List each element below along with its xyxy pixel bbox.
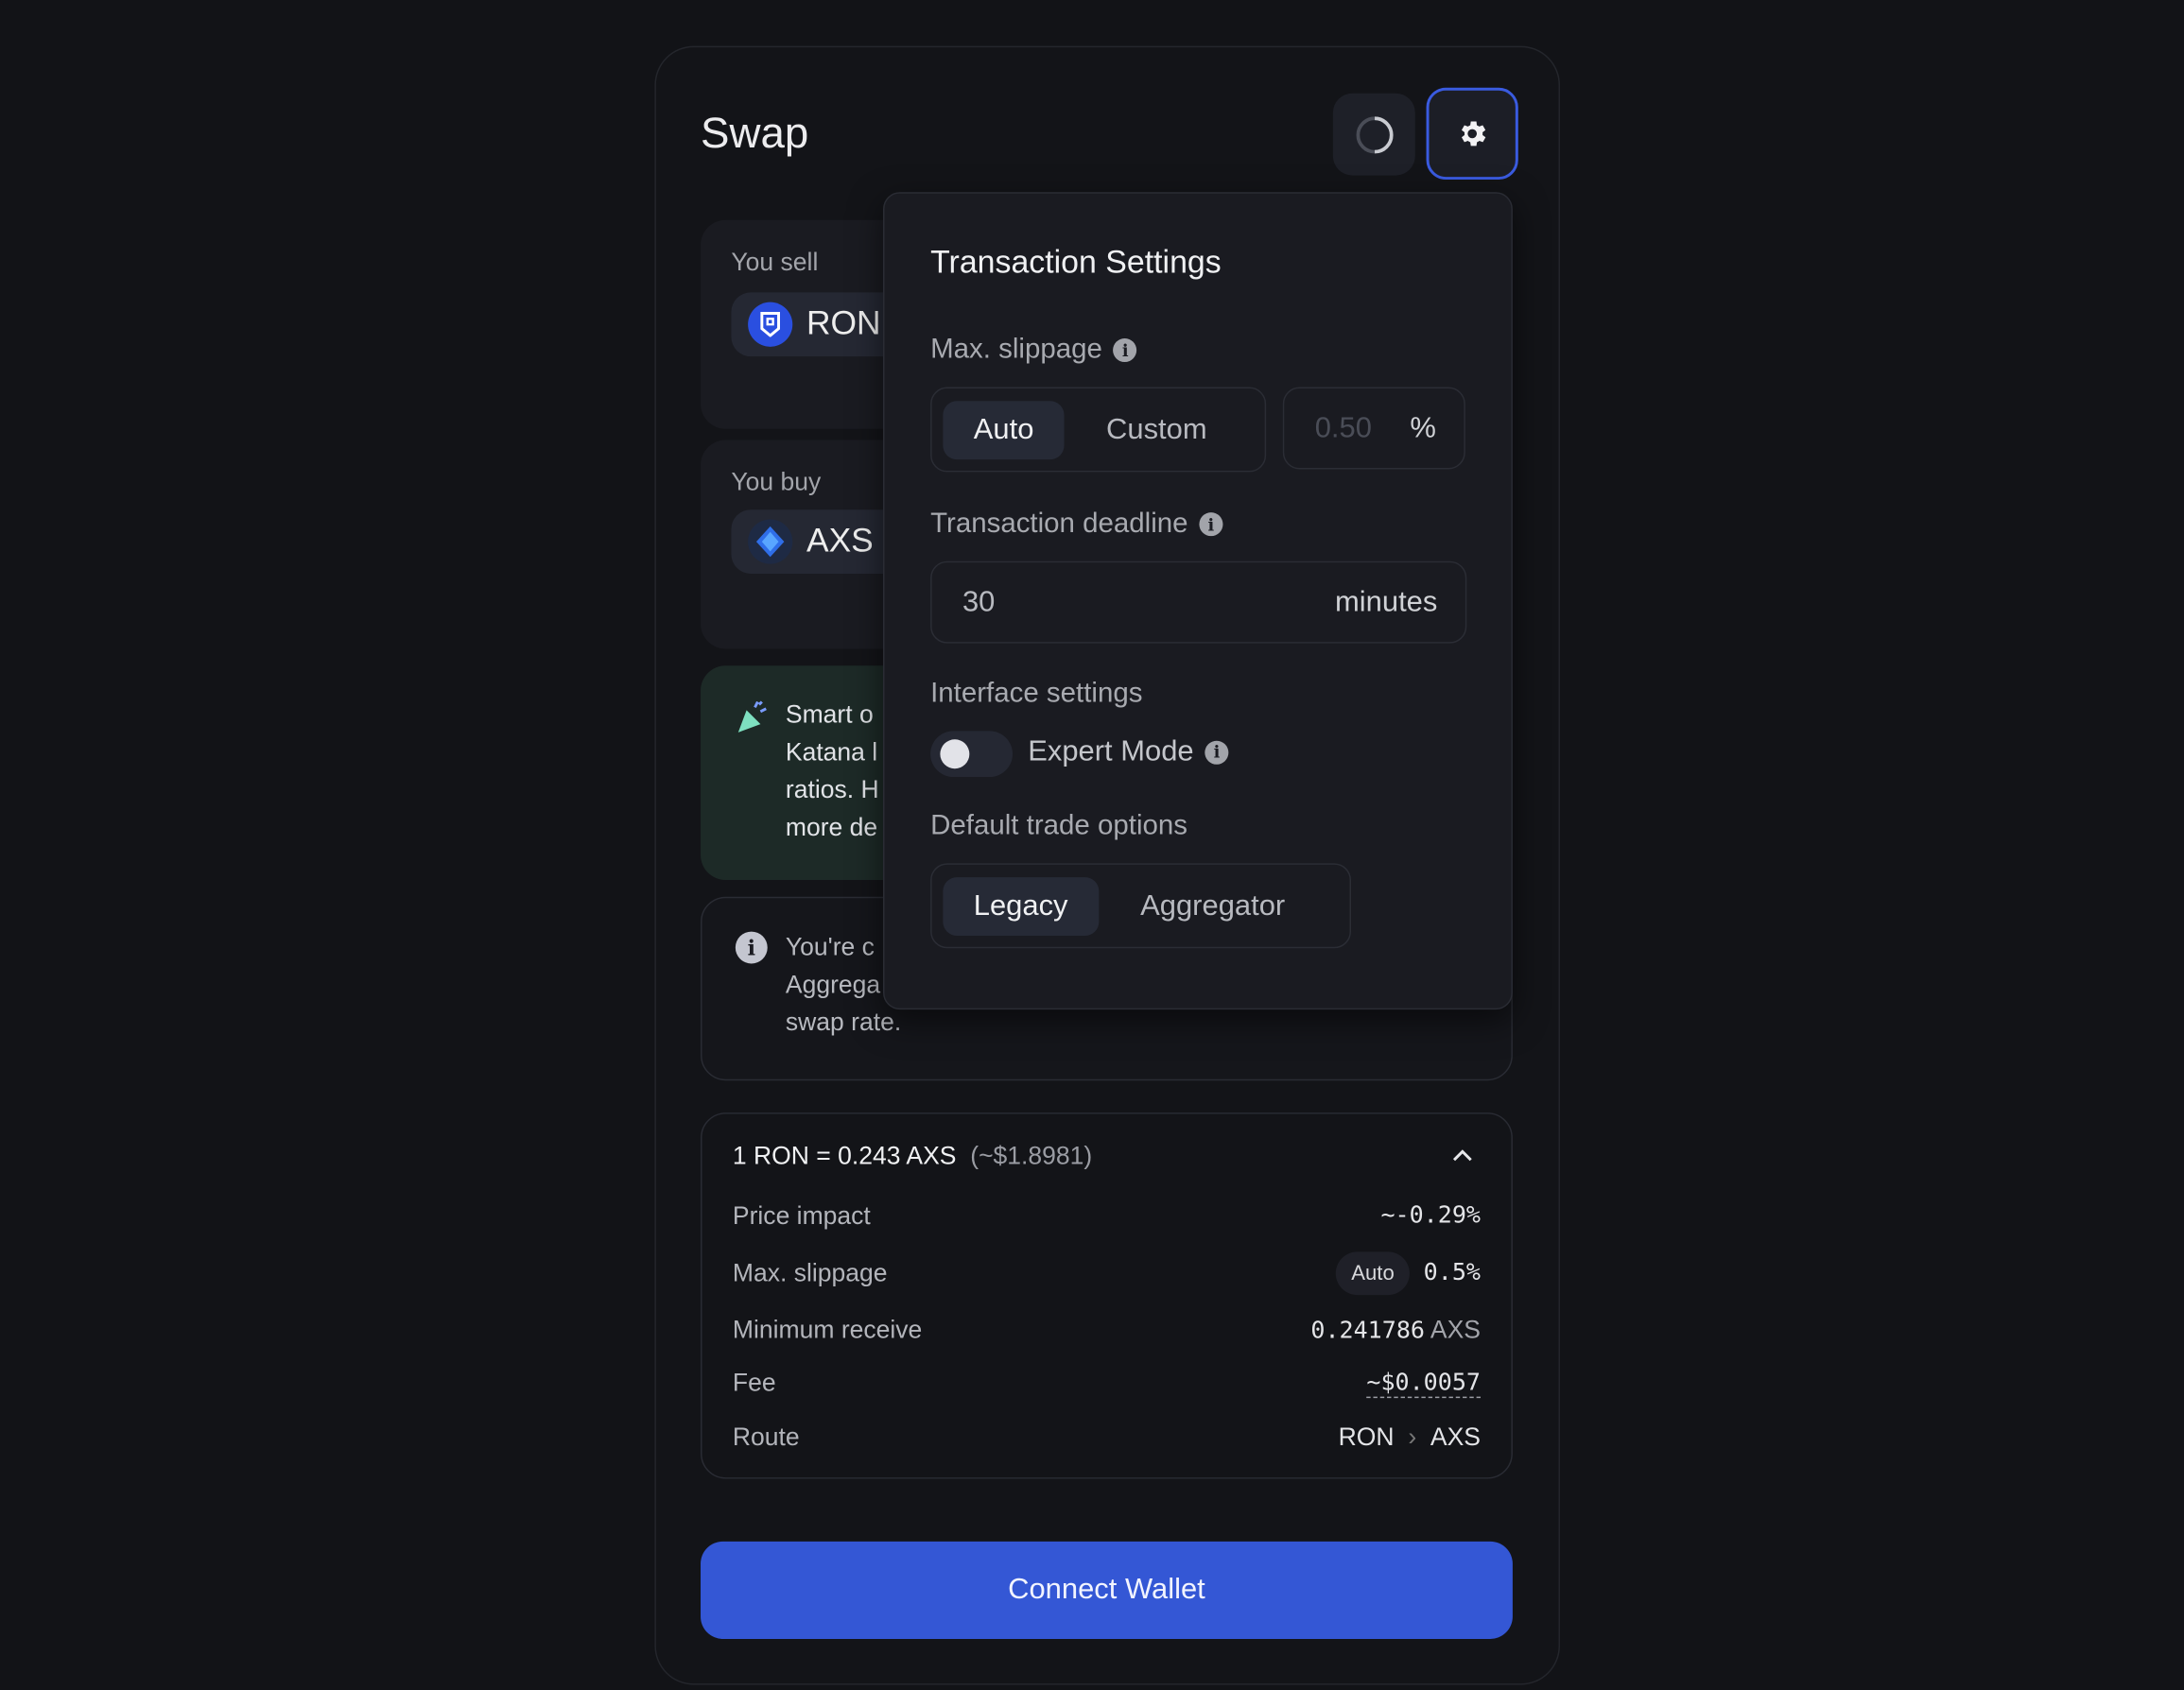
slippage-row: Max. slippage Auto 0.5% — [732, 1250, 1482, 1295]
buy-label: You buy — [731, 467, 822, 496]
price-impact-label: Price impact — [732, 1200, 871, 1230]
page-title: Swap — [701, 108, 809, 158]
deadline-unit: minutes — [1335, 585, 1438, 618]
axs-token-icon — [748, 519, 793, 564]
refresh-button[interactable] — [1332, 93, 1415, 176]
buy-token-symbol: AXS — [806, 522, 874, 560]
banner-line: ratios. H — [785, 775, 879, 804]
connect-wallet-button[interactable]: Connect Wallet — [701, 1541, 1513, 1639]
deadline-label: Transaction deadline — [930, 508, 1188, 540]
trade-aggregator-option[interactable]: Aggregator — [1110, 876, 1316, 935]
slippage-label: Max. slippage — [930, 334, 1102, 365]
route-label: Route — [732, 1422, 800, 1451]
percent-unit: % — [1410, 411, 1436, 444]
slippage-auto-badge: Auto — [1336, 1250, 1410, 1295]
trade-options-toggle: Legacy Aggregator — [930, 863, 1352, 949]
slippage-auto-option[interactable]: Auto — [943, 400, 1065, 459]
banner-line: Smart o — [785, 700, 874, 729]
min-receive-unit: AXS — [1430, 1315, 1482, 1343]
ron-token-icon — [748, 302, 793, 347]
fee-value[interactable]: ~$0.0057 — [1366, 1368, 1482, 1398]
settings-button[interactable] — [1426, 87, 1518, 181]
slippage-input[interactable]: 0.50 % — [1282, 387, 1465, 470]
info-icon[interactable]: i — [1113, 337, 1137, 363]
fee-label: Fee — [732, 1368, 776, 1396]
transaction-settings-popover: Transaction Settings Max. slippage i Auto… — [883, 192, 1513, 1010]
info-icon[interactable]: i — [1199, 512, 1223, 537]
refresh-spinner-icon — [1355, 115, 1393, 153]
chevron-up-icon[interactable] — [1451, 1148, 1474, 1163]
slippage-row-value: 0.5% — [1423, 1258, 1482, 1287]
route-from: RON — [1338, 1422, 1395, 1451]
trade-legacy-option[interactable]: Legacy — [943, 876, 1099, 936]
sell-label: You sell — [731, 248, 819, 276]
rate-usd: (~$1.8981) — [970, 1141, 1093, 1169]
min-receive-label: Minimum receive — [732, 1315, 923, 1343]
banner-line: Katana l — [785, 737, 878, 767]
settings-title: Transaction Settings — [930, 243, 1222, 281]
toggle-knob — [940, 739, 970, 769]
route-to: AXS — [1430, 1422, 1482, 1451]
gear-icon — [1461, 121, 1486, 147]
min-receive-row: Minimum receive 0.241786 AXS — [733, 1309, 1481, 1351]
route-row: Route RON › AXS — [733, 1416, 1481, 1457]
info-line: swap rate. — [785, 1008, 902, 1037]
slippage-row-label: Max. slippage — [732, 1258, 888, 1286]
chevron-right-icon: › — [1408, 1422, 1417, 1451]
slippage-custom-option[interactable]: Custom — [1076, 401, 1238, 459]
interface-settings-label: Interface settings — [930, 678, 1143, 709]
slippage-mode-toggle: Auto Custom — [930, 387, 1267, 473]
slippage-placeholder: 0.50 — [1314, 411, 1372, 444]
trade-options-label: Default trade options — [930, 810, 1187, 841]
info-icon[interactable]: i — [1205, 740, 1229, 765]
party-popper-icon — [737, 700, 767, 733]
expert-mode-label: Expert Mode — [1028, 734, 1194, 767]
deadline-input[interactable]: 30 minutes — [930, 560, 1467, 644]
rate-text: 1 RON = 0.243 AXS — [732, 1141, 957, 1169]
info-icon: i — [735, 931, 768, 964]
rate-summary[interactable]: 1 RON = 0.243 AXS (~$1.8981) — [733, 1135, 1481, 1177]
sell-token-symbol: RON — [806, 304, 881, 343]
min-receive-value: 0.241786 — [1310, 1316, 1426, 1345]
price-impact-row: Price impact ~-0.29% — [733, 1195, 1481, 1236]
price-impact-value: ~-0.29% — [1380, 1201, 1482, 1230]
banner-line: more de — [785, 813, 878, 841]
deadline-value: 30 — [962, 585, 996, 618]
expert-mode-toggle[interactable] — [930, 731, 1014, 778]
fee-row: Fee ~$0.0057 — [732, 1362, 1482, 1404]
